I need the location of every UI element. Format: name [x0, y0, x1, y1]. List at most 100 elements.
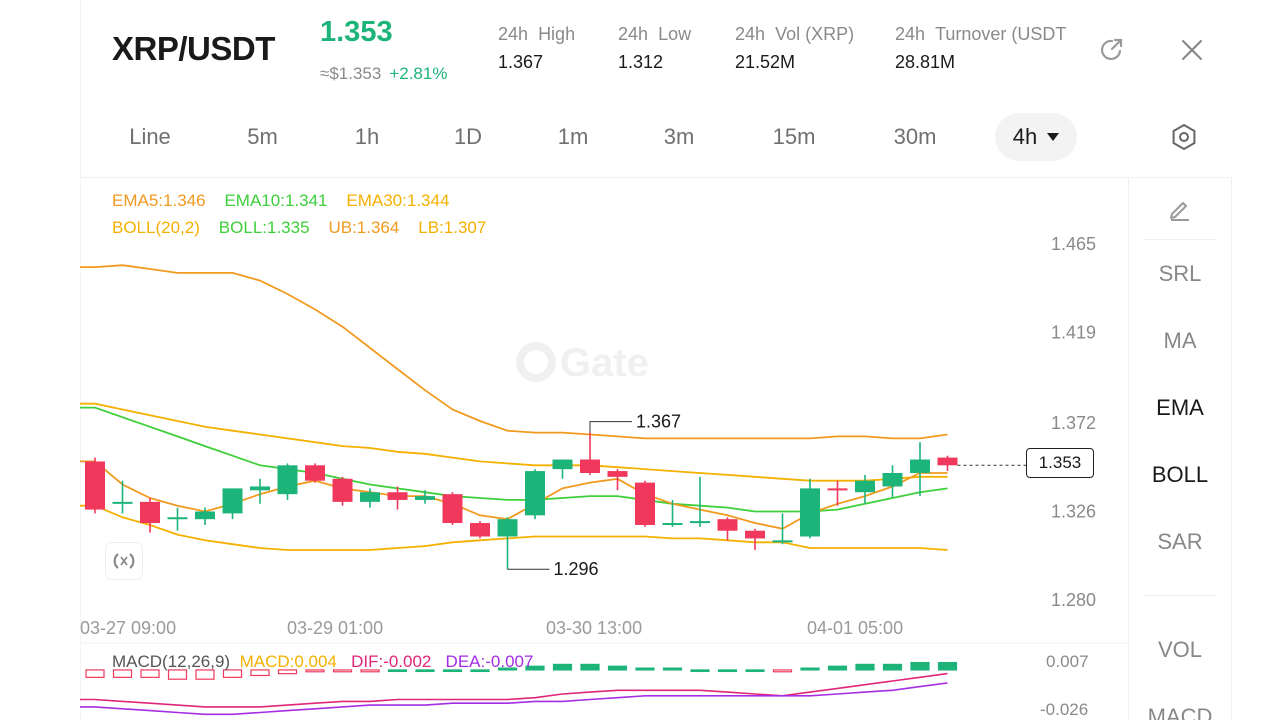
tab-4h-dropdown[interactable]: 4h [995, 113, 1077, 161]
indicator-vol[interactable]: VOL [1128, 637, 1232, 663]
macd-bar-positive [690, 669, 710, 673]
boll-legend: BOLL(20,2) BOLL:1.335 UB:1.364 LB:1.307 [112, 218, 486, 238]
macd-bar-positive [580, 663, 600, 671]
macd-bar-negative [85, 669, 105, 678]
candle-up [250, 486, 270, 491]
macd-bar-positive [882, 663, 903, 671]
indicator-srl[interactable]: SRL [1128, 261, 1232, 287]
stat-low: 24h Low 1.312 [618, 24, 691, 73]
candle-up [910, 459, 930, 473]
y-tick-label: 1.419 [1051, 323, 1096, 343]
indicator-boll[interactable]: BOLL [1128, 462, 1232, 488]
y-tick-label: 1.372 [1051, 413, 1096, 433]
ema10-label: EMA10:1.341 [224, 191, 328, 210]
macd-bar-positive [607, 665, 628, 671]
stat-value: 28.81M [895, 52, 956, 72]
stat-turnover: 24h Turnover (USDT 28.81M [895, 24, 1085, 73]
hexagon-settings-icon[interactable] [1166, 119, 1202, 155]
tab-1m[interactable]: 1m [538, 113, 608, 161]
ema10-line [80, 406, 948, 513]
stat-volume: 24h Vol (XRP) 21.52M [735, 24, 854, 73]
last-price: 1.353 [320, 16, 393, 48]
ema30-label: EMA30:1.344 [346, 191, 450, 210]
indicator-macd[interactable]: MACD [1128, 704, 1232, 720]
chart-mode-icon[interactable] [105, 542, 143, 580]
boll-lb-label: LB:1.307 [418, 218, 487, 237]
macd-bar-positive [552, 663, 573, 671]
candle-down [635, 482, 655, 525]
tab-30m[interactable]: 30m [875, 113, 955, 161]
watermark-text: Gate [560, 341, 649, 385]
tab-5m[interactable]: 5m [225, 113, 300, 161]
candle-up [195, 511, 215, 520]
candle-up [552, 459, 573, 470]
macd-bar-positive [855, 663, 875, 671]
sidebar-divider-top [1144, 239, 1216, 240]
tab-3m[interactable]: 3m [643, 113, 715, 161]
fiat-price-row: ≈$1.353 +2.81% [320, 64, 447, 84]
indicator-ma[interactable]: MA [1128, 328, 1232, 354]
macd-bar-positive [910, 661, 930, 671]
pencil-icon[interactable] [1164, 193, 1196, 225]
x-tick-label: 04-01 05:00 [807, 618, 903, 638]
dea-label: DEA:-0.007 [445, 652, 534, 671]
tab-1d[interactable]: 1D [432, 113, 504, 161]
macd-axis-top: 0.007 [1046, 652, 1089, 671]
candle-up [662, 523, 683, 526]
ema5-label: EMA5:1.346 [112, 191, 206, 210]
tab-line[interactable]: Line [110, 113, 190, 161]
candle-down [332, 478, 353, 502]
candle-down [717, 519, 738, 531]
macd-legend: MACD(12,26,9) MACD:0.004 DIF:-0.002 DEA:… [112, 652, 533, 672]
tab-1h[interactable]: 1h [332, 113, 402, 161]
candle-down [387, 492, 408, 500]
stat-label: 24h High [498, 24, 576, 44]
candle-down [470, 523, 490, 537]
macd-bar-positive [827, 665, 848, 671]
low-marker-label: 1.296 [554, 559, 599, 579]
boll-mid-label: BOLL:1.335 [218, 218, 310, 237]
candle-up [690, 521, 710, 524]
stat-label: 24h Turnover (USDT [895, 24, 1067, 44]
boll-ub-label: UB:1.364 [328, 218, 400, 237]
ema30-line [80, 402, 948, 482]
candle-down [442, 494, 463, 524]
boll-lower-line [80, 504, 948, 551]
close-icon[interactable] [1174, 32, 1210, 68]
candle-up [415, 496, 435, 500]
gate-logo-icon [516, 342, 556, 382]
macd-bar-positive [937, 661, 958, 671]
boll-params-label: BOLL(20,2) [112, 218, 200, 237]
indicator-sar[interactable]: SAR [1128, 529, 1232, 555]
candle-up [360, 492, 380, 502]
candle-down [607, 471, 628, 477]
indicator-ema[interactable]: EMA [1128, 395, 1232, 421]
share-icon[interactable] [1094, 32, 1130, 68]
sidebar-divider-mid [1144, 595, 1216, 596]
candlestick-chart[interactable]: Gate 1.367 1.296 1.465 1.419 1.372 1.326 1.28… [0, 0, 1280, 720]
tab-15m[interactable]: 15m [755, 113, 833, 161]
high-marker-label: 1.367 [636, 412, 681, 432]
candle-up [855, 480, 875, 493]
chevron-down-icon [1047, 133, 1060, 141]
macd-bar-positive [745, 669, 765, 673]
high-marker-line [589, 421, 632, 433]
pair-title: XRP/USDT [112, 30, 275, 67]
ema5-line [80, 460, 948, 530]
macd-bar-positive [635, 667, 655, 671]
candle-up [222, 488, 243, 514]
stat-high: 24h High 1.367 [498, 24, 575, 73]
candle-up [525, 471, 545, 516]
dif-line [80, 672, 948, 708]
candle-up [277, 465, 298, 495]
candle-down [745, 530, 765, 539]
macd-params-label: MACD(12,26,9) [112, 652, 231, 671]
x-tick-label: 03-27 09:00 [80, 618, 176, 638]
tab-4h-label: 4h [1012, 124, 1038, 149]
candle-up [772, 540, 793, 543]
macd-axis-bottom: -0.026 [1040, 700, 1089, 719]
macd-bar-positive [800, 667, 820, 671]
stat-value: 1.312 [618, 52, 664, 72]
left-edge [80, 0, 81, 720]
last-price-tag: 1.353 [1026, 448, 1094, 478]
